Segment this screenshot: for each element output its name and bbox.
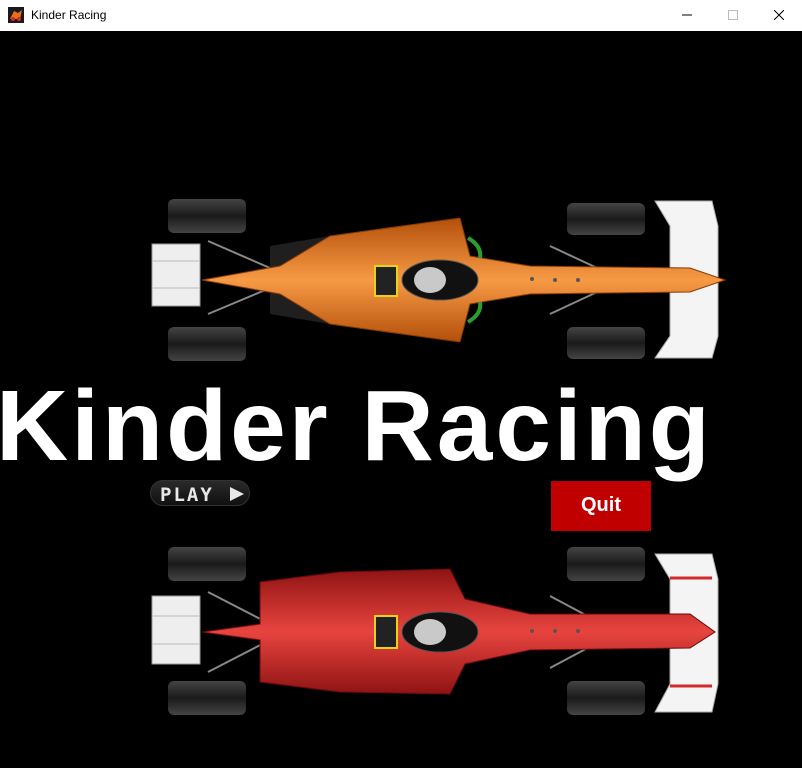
red-race-car [151,547,719,715]
minimize-button[interactable] [664,0,710,31]
quit-button[interactable]: Quit [551,481,651,531]
close-button[interactable] [756,0,802,31]
play-button[interactable]: PLAY [150,480,250,506]
quit-label: Quit [581,494,621,516]
app-icon [8,7,24,23]
window-title: Kinder Racing [31,8,107,22]
orange-race-car [151,199,727,361]
game-title: Kinder Racing [0,370,713,482]
close-icon [774,10,784,20]
maximize-icon [728,10,738,20]
maximize-button[interactable] [710,0,756,31]
game-canvas: Kinder Racing PLAY Quit [0,31,802,768]
play-arrow-icon [230,487,244,501]
minimize-icon [682,14,692,16]
play-label: PLAY [160,484,214,506]
window-titlebar: Kinder Racing [0,0,802,32]
